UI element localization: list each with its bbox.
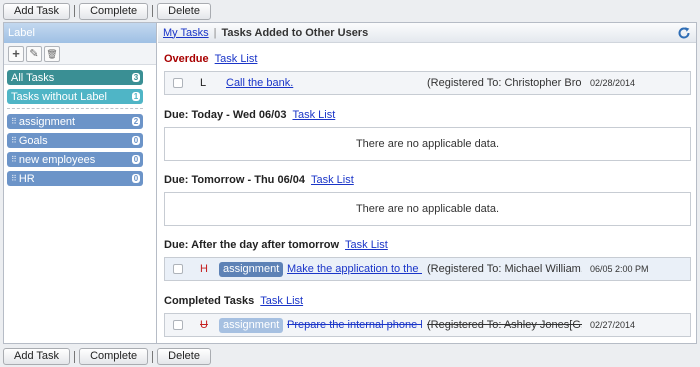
- grip-icon[interactable]: ⠿: [11, 117, 17, 126]
- task-list-link[interactable]: Task List: [292, 109, 335, 121]
- label-tasks-without-label[interactable]: Tasks without Label 1: [7, 89, 143, 104]
- section-title: Due: After the day after tomorrow: [164, 239, 340, 251]
- registered-to: (Registered To: Christopher Bro...: [427, 77, 582, 89]
- label-name: Goals: [18, 134, 48, 147]
- toolbar-separator: [74, 350, 76, 363]
- task-date: 06/05 2:00 PM: [590, 264, 649, 274]
- priority-indicator: U: [200, 319, 208, 331]
- sidebar-tools: + ✎ 🗑: [4, 43, 156, 65]
- label-list: All Tasks 3 Tasks without Label 1 ⠿ assig…: [4, 65, 156, 186]
- task-label-badge[interactable]: assignment: [219, 261, 284, 277]
- section-completed: Completed Tasks Task List U assignment P…: [164, 295, 691, 337]
- grip-icon[interactable]: ⠿: [11, 174, 17, 183]
- task-name-link[interactable]: Call the bank.: [226, 77, 416, 89]
- refresh-icon[interactable]: [677, 26, 691, 40]
- add-task-button[interactable]: Add Task: [3, 348, 71, 365]
- complete-button[interactable]: Complete: [79, 348, 149, 365]
- task-checkbox[interactable]: [173, 78, 183, 88]
- section-title: Completed Tasks: [164, 295, 255, 307]
- content-frame: Label + ✎ 🗑 All Tasks 3 Tasks without La…: [3, 22, 697, 344]
- delete-button[interactable]: Delete: [157, 2, 211, 20]
- complete-button[interactable]: Complete: [79, 2, 149, 20]
- label-goals[interactable]: ⠿ Goals 0: [7, 133, 143, 148]
- label-name: Tasks without Label: [11, 90, 107, 103]
- task-row[interactable]: L Call the bank. (Registered To: Christo…: [165, 72, 690, 94]
- task-label-badge[interactable]: assignment: [219, 317, 284, 333]
- task-name-link[interactable]: Make the application to the l...: [287, 263, 422, 275]
- registered-to: (Registered To: Michael William...: [427, 263, 582, 275]
- pencil-icon: ✎: [29, 47, 39, 60]
- task-name-link[interactable]: Prepare the internal phone l...: [287, 319, 422, 331]
- task-checkbox[interactable]: [173, 264, 183, 274]
- label-name: All Tasks: [11, 71, 55, 84]
- task-checkbox[interactable]: [173, 320, 183, 330]
- label-sidebar: Label + ✎ 🗑 All Tasks 3 Tasks without La…: [4, 23, 157, 343]
- section-title: Due: Today - Wed 06/03: [164, 109, 287, 121]
- label-assignment[interactable]: ⠿ assignment 2: [7, 114, 143, 129]
- section-overdue: Overdue Task List L Call the bank. (Regi…: [164, 53, 691, 95]
- section-today: Due: Today - Wed 06/03 Task List There a…: [164, 109, 691, 161]
- label-name: new employees: [18, 153, 96, 166]
- trash-icon: 🗑: [46, 48, 58, 59]
- task-table: U assignment Prepare the internal phone …: [164, 313, 691, 337]
- sidebar-header: Label: [4, 23, 156, 43]
- label-count: 2: [132, 117, 140, 126]
- task-list-link[interactable]: Task List: [215, 53, 258, 65]
- breadcrumb-separator: |: [213, 26, 217, 39]
- main-panel: My Tasks | Tasks Added to Other Users Ov…: [158, 23, 696, 343]
- label-hr[interactable]: ⠿ HR 0: [7, 171, 143, 186]
- label-name: assignment: [18, 115, 76, 128]
- label-count: 0: [132, 155, 140, 164]
- task-row[interactable]: H assignment Make the application to the…: [165, 258, 690, 280]
- task-date: 02/27/2014: [590, 320, 636, 330]
- my-tasks-link[interactable]: My Tasks: [163, 27, 209, 39]
- priority-indicator: L: [200, 77, 207, 89]
- top-toolbar: Add Task Complete Delete: [0, 0, 700, 22]
- empty-message: There are no applicable data.: [164, 192, 691, 226]
- page-title: Tasks Added to Other Users: [221, 26, 369, 39]
- toolbar-separator: [74, 5, 76, 17]
- section-title: Overdue: [164, 53, 209, 65]
- add-task-button[interactable]: Add Task: [3, 2, 71, 20]
- toolbar-separator: [152, 5, 154, 17]
- delete-button[interactable]: Delete: [157, 348, 211, 365]
- label-name: HR: [18, 172, 35, 185]
- add-label-button[interactable]: +: [8, 45, 24, 62]
- task-list-link[interactable]: Task List: [345, 239, 388, 251]
- task-date: 02/28/2014: [590, 78, 636, 88]
- section-after-tomorrow: Due: After the day after tomorrow Task L…: [164, 239, 691, 281]
- delete-label-button[interactable]: 🗑: [44, 45, 60, 62]
- section-tomorrow: Due: Tomorrow - Thu 06/04 Task List Ther…: [164, 174, 691, 226]
- task-table: H assignment Make the application to the…: [164, 257, 691, 281]
- label-all-tasks[interactable]: All Tasks 3: [7, 70, 143, 85]
- label-new-employees[interactable]: ⠿ new employees 0: [7, 152, 143, 167]
- label-count: 3: [132, 73, 140, 82]
- grip-icon[interactable]: ⠿: [11, 155, 17, 164]
- task-list-link[interactable]: Task List: [311, 174, 354, 186]
- task-row[interactable]: U assignment Prepare the internal phone …: [165, 314, 690, 336]
- main-header: My Tasks | Tasks Added to Other Users: [158, 23, 696, 43]
- plus-icon: +: [12, 45, 20, 61]
- section-title: Due: Tomorrow - Thu 06/04: [164, 174, 305, 186]
- registered-to: (Registered To: Ashley Jones[G...: [427, 319, 582, 331]
- priority-indicator: H: [200, 263, 208, 275]
- grip-icon[interactable]: ⠿: [11, 136, 17, 145]
- toolbar-separator: [152, 350, 154, 363]
- task-table: L Call the bank. (Registered To: Christo…: [164, 71, 691, 95]
- sidebar-divider: [7, 108, 143, 109]
- task-list-link[interactable]: Task List: [260, 295, 303, 307]
- empty-message: There are no applicable data.: [164, 127, 691, 161]
- label-count: 1: [132, 92, 140, 101]
- edit-label-button[interactable]: ✎: [26, 45, 42, 62]
- bottom-toolbar: Add Task Complete Delete: [0, 346, 700, 367]
- label-count: 0: [132, 174, 140, 183]
- label-count: 0: [132, 136, 140, 145]
